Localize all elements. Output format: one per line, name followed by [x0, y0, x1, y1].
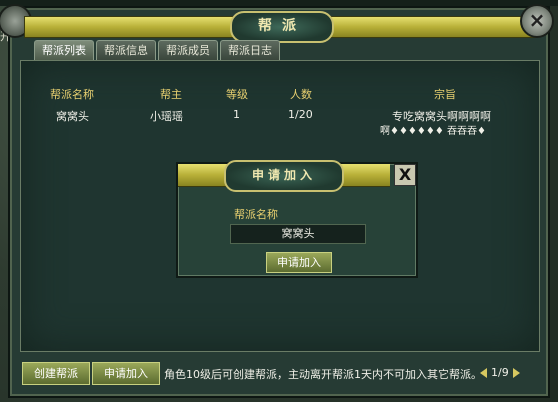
row-guild-name[interactable]: 窝窝头: [56, 108, 89, 124]
window-close-button[interactable]: ×: [520, 4, 554, 38]
header-level: 等级: [226, 88, 248, 101]
prev-page-icon[interactable]: [480, 368, 487, 378]
apply-join-button[interactable]: 申请加入: [92, 362, 160, 385]
tab-guild-info[interactable]: 帮派信息: [96, 40, 156, 60]
dialog-close-button[interactable]: X: [394, 164, 416, 186]
next-page-icon[interactable]: [512, 368, 520, 378]
dialog-field-label: 帮派名称: [234, 208, 278, 221]
header-purpose: 宗旨: [434, 88, 456, 101]
page-indicator: 1/9: [491, 366, 509, 379]
tab-guild-log[interactable]: 帮派日志: [220, 40, 280, 60]
apply-dialog: 申请加入 X 帮派名称 窝窝头 申请加入: [176, 160, 418, 278]
tab-guild-list[interactable]: 帮派列表: [34, 40, 94, 60]
guild-name-field[interactable]: 窝窝头: [230, 224, 366, 244]
create-guild-button[interactable]: 创建帮派: [22, 362, 90, 385]
window-title: 帮派: [230, 11, 334, 43]
tab-guild-members[interactable]: 帮派成员: [158, 40, 218, 60]
row-level: 1: [233, 108, 240, 121]
dialog-title: 申请加入: [224, 160, 344, 192]
header-leader: 帮主: [160, 88, 182, 101]
row-members: 1/20: [288, 108, 313, 121]
pager: 1/9: [480, 366, 520, 379]
row-leader: 小瑶瑶: [150, 110, 183, 123]
dialog-apply-button[interactable]: 申请加入: [266, 252, 332, 273]
header-guild-name: 帮派名称: [50, 88, 94, 101]
header-members: 人数: [290, 88, 312, 101]
window-titlebar: 帮派: [24, 11, 536, 43]
dialog-titlebar: 申请加入: [178, 160, 390, 192]
row-purpose-line2: 啊♦♦♦♦♦♦ 吞吞吞♦: [380, 126, 486, 137]
notice-text: 角色10级后可创建帮派，主动离开帮派1天内不可加入其它帮派。: [164, 368, 482, 381]
